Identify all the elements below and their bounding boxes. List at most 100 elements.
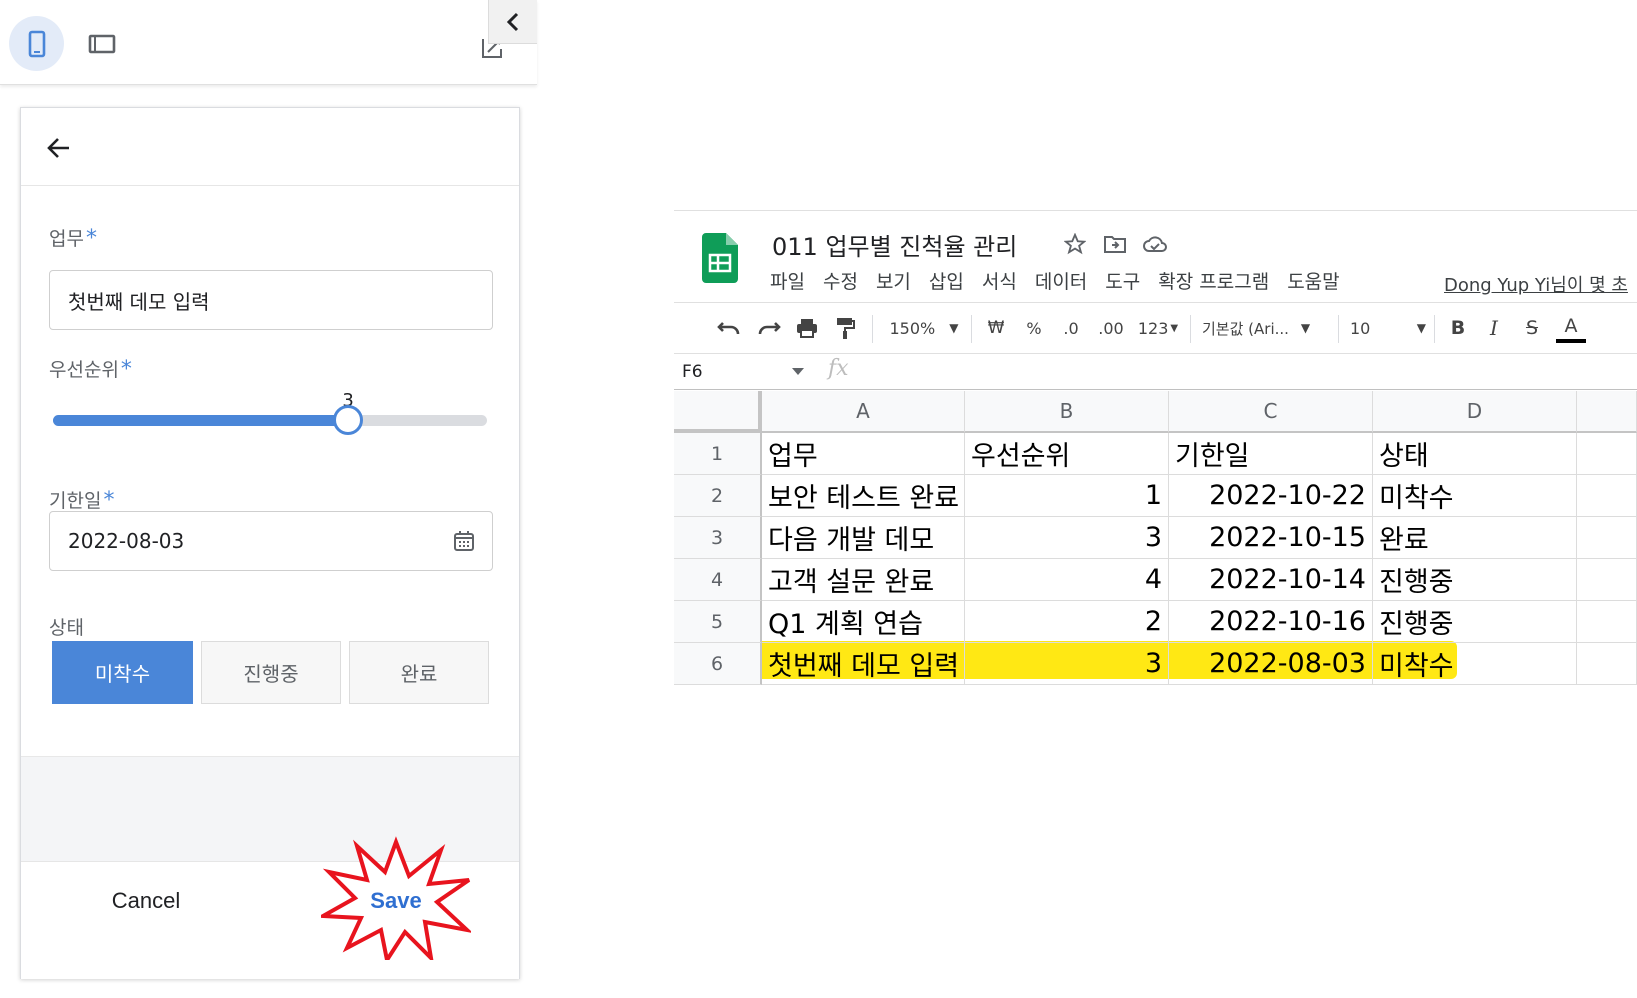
redo-button[interactable] [754, 313, 784, 343]
cell-a[interactable]: 보안 테스트 완료 [762, 475, 965, 517]
task-input[interactable]: 첫번째 데모 입력 [49, 270, 493, 330]
back-button[interactable] [39, 128, 79, 168]
percent-format-button[interactable]: % [1020, 313, 1048, 343]
print-button[interactable] [792, 313, 822, 343]
column-header-e[interactable] [1577, 391, 1637, 433]
zoom-select[interactable]: 150% ▼ [884, 313, 964, 343]
dropdown-arrow-icon[interactable] [792, 368, 804, 376]
cell-d[interactable]: 상태 [1373, 433, 1577, 475]
cell-d[interactable]: 진행중 [1373, 601, 1577, 643]
column-header-b[interactable]: B [965, 391, 1169, 433]
menu-format[interactable]: 서식 [982, 267, 1017, 295]
menu-file[interactable]: 파일 [770, 267, 805, 295]
calendar-icon[interactable] [452, 529, 476, 553]
row-header[interactable]: 2 [674, 475, 762, 517]
cell-b[interactable]: 2 [965, 601, 1169, 643]
menu-tools[interactable]: 도구 [1105, 267, 1140, 295]
menu-view[interactable]: 보기 [876, 267, 911, 295]
cell-a[interactable]: 업무 [762, 433, 965, 475]
cell-a[interactable]: 다음 개발 데모 [762, 517, 965, 559]
star-button[interactable] [1062, 231, 1088, 257]
text-color-button[interactable]: A [1556, 313, 1586, 343]
priority-slider-thumb[interactable] [333, 405, 364, 435]
toolbar-divider [872, 315, 873, 343]
task-label: 업무* [49, 226, 97, 251]
cell-d[interactable]: 완료 [1373, 517, 1577, 559]
status-option-done[interactable]: 완료 [349, 641, 489, 704]
cell-e[interactable] [1577, 433, 1637, 475]
priority-slider-track[interactable] [53, 415, 487, 426]
chevron-left-icon [506, 12, 519, 31]
column-header-c[interactable]: C [1169, 391, 1373, 433]
due-date-input[interactable]: 2022-08-03 [49, 511, 493, 571]
collapse-panel-button[interactable] [488, 0, 537, 44]
cell-a[interactable]: 고객 설문 완료 [762, 559, 965, 601]
menu-extensions[interactable]: 확장 프로그램 [1158, 267, 1269, 295]
decrease-decimal-button[interactable]: .0 [1056, 313, 1086, 343]
menu-insert[interactable]: 삽입 [929, 267, 964, 295]
cell-e[interactable] [1577, 643, 1637, 685]
status-option-not-started[interactable]: 미착수 [52, 641, 193, 704]
due-date-label: 기한일* [49, 488, 115, 513]
save-button[interactable]: Save [341, 881, 451, 921]
column-header-d[interactable]: D [1373, 391, 1577, 433]
cell-d[interactable]: 진행중 [1373, 559, 1577, 601]
menu-data[interactable]: 데이터 [1035, 267, 1087, 295]
cell-b[interactable]: 3 [965, 517, 1169, 559]
cell-d[interactable]: 미착수 [1373, 475, 1577, 517]
tablet-view-button[interactable] [78, 26, 126, 62]
paint-format-button[interactable] [830, 313, 860, 343]
strikethrough-button[interactable]: S [1518, 313, 1546, 343]
menu-help[interactable]: 도움말 [1287, 267, 1339, 295]
last-edit-link[interactable]: Dong Yup Yi님이 몇 초 [1444, 271, 1628, 297]
bold-button[interactable]: B [1444, 313, 1472, 343]
cell-b[interactable]: 1 [965, 475, 1169, 517]
move-button[interactable] [1102, 231, 1128, 257]
number-format-select[interactable]: 123 ▼ [1134, 313, 1182, 343]
document-title[interactable]: 011 업무별 진척율 관리 [772, 227, 1017, 262]
row-header[interactable]: 6 [674, 643, 762, 685]
increase-decimal-button[interactable]: .00 [1094, 313, 1128, 343]
cell-c[interactable]: 2022-10-14 [1169, 559, 1373, 601]
cell-c[interactable]: 2022-10-16 [1169, 601, 1373, 643]
dropdown-arrow-icon: ▼ [1170, 322, 1179, 334]
sheets-logo-icon [702, 233, 738, 283]
cell-c[interactable]: 기한일 [1169, 433, 1373, 475]
cell-b[interactable]: 우선순위 [965, 433, 1169, 475]
status-option-in-progress[interactable]: 진행중 [201, 641, 341, 704]
cell-a[interactable]: Q1 계획 연습 [762, 601, 965, 643]
cell-e[interactable] [1577, 559, 1637, 601]
cell-c[interactable]: 2022-10-15 [1169, 517, 1373, 559]
row-header[interactable]: 3 [674, 517, 762, 559]
font-select[interactable]: 기본값 (Ari... ▼ [1202, 313, 1330, 343]
italic-button[interactable]: I [1480, 313, 1508, 343]
select-all-corner[interactable] [674, 391, 762, 433]
menu-edit[interactable]: 수정 [823, 267, 858, 295]
dropdown-arrow-icon: ▼ [1416, 321, 1426, 335]
dropdown-arrow-icon: ▼ [1300, 321, 1311, 335]
menu-bar: 파일 수정 보기 삽입 서식 데이터 도구 확장 프로그램 도움말 [770, 267, 1358, 295]
cell-b[interactable]: 4 [965, 559, 1169, 601]
name-box[interactable]: F6 [682, 359, 802, 385]
cell-c[interactable]: 2022-10-22 [1169, 475, 1373, 517]
cell-e[interactable] [1577, 517, 1637, 559]
cell-e[interactable] [1577, 475, 1637, 517]
font-size-select[interactable]: 10 ▼ [1350, 313, 1426, 343]
currency-format-button[interactable]: ₩ [982, 313, 1010, 343]
undo-button[interactable] [714, 313, 744, 343]
cell-e[interactable] [1577, 601, 1637, 643]
cell-a[interactable]: 첫번째 데모 입력 [762, 643, 965, 685]
row-header[interactable]: 4 [674, 559, 762, 601]
column-header-a[interactable]: A [762, 391, 965, 433]
phone-view-button[interactable] [9, 16, 64, 71]
cell-c[interactable]: 2022-08-03 [1169, 643, 1373, 685]
dropdown-arrow-icon: ▼ [949, 321, 959, 335]
row-header[interactable]: 5 [674, 601, 762, 643]
cell-d[interactable]: 미착수 [1373, 643, 1577, 685]
cell-b[interactable]: 3 [965, 643, 1169, 685]
cancel-button[interactable]: Cancel [61, 881, 231, 921]
toolbar-divider [1190, 315, 1191, 343]
toolbar-divider [1434, 315, 1435, 343]
cloud-status-button[interactable] [1142, 231, 1168, 257]
row-header[interactable]: 1 [674, 433, 762, 475]
